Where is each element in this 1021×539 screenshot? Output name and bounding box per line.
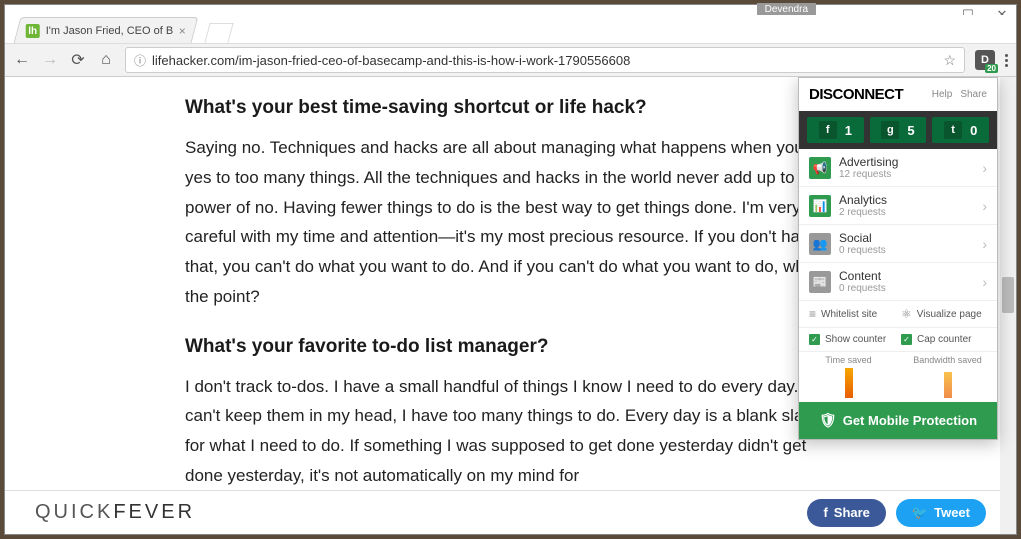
category-content[interactable]: 📰 Content0 requests › <box>799 263 997 301</box>
facebook-share-button[interactable]: f Share <box>807 499 885 527</box>
mobile-btn-label: Get Mobile Protection <box>843 413 977 428</box>
url-input[interactable] <box>152 53 937 68</box>
twitter-icon: t <box>944 121 962 139</box>
bottom-bar: QUICKFEVER f Share 🐦 Tweet <box>5 490 1016 534</box>
site-info-icon[interactable]: ⓘ <box>134 52 146 69</box>
category-label: Social <box>839 231 974 245</box>
back-button[interactable]: ← <box>13 51 31 69</box>
new-tab-button[interactable] <box>205 23 234 43</box>
network-google-button[interactable]: g5 <box>870 117 927 143</box>
scrollbar[interactable] <box>1000 77 1016 534</box>
net-count: 5 <box>907 123 914 138</box>
category-icon: 📢 <box>809 157 831 179</box>
whitelist-label: Whitelist site <box>821 309 877 320</box>
quickfever-logo: QUICKFEVER <box>35 501 195 524</box>
shield-icon: 🛡 <box>819 412 837 429</box>
bandwidth-saved-bar <box>944 372 952 398</box>
cap-counter-label: Cap counter <box>917 334 971 345</box>
facebook-icon: f <box>823 505 827 520</box>
disconnect-popup: DISCONNECT Help Share f1g5t0 📢Advertisin… <box>798 77 998 440</box>
logo-part-1: QUICK <box>35 501 113 523</box>
visualize-label: Visualize page <box>917 309 982 320</box>
category-icon: 👥 <box>809 233 831 255</box>
time-saved-bar <box>845 368 853 398</box>
home-button[interactable]: ⌂ <box>97 51 115 69</box>
omnibox[interactable]: ⓘ ☆ <box>125 47 965 73</box>
visualize-page-toggle[interactable]: ⚛ Visualize page <box>901 307 987 321</box>
category-label: Advertising <box>839 155 974 169</box>
category-icon: 📰 <box>809 271 831 293</box>
list-icon: ≡ <box>809 307 816 321</box>
scroll-thumb[interactable] <box>1002 277 1014 313</box>
show-counter-label: Show counter <box>825 334 886 345</box>
ext-badge-count: 20 <box>985 64 998 73</box>
category-label: Content <box>839 269 974 283</box>
category-advertising[interactable]: 📢 Advertising12 requests › <box>799 149 997 187</box>
article-para-2: I don't track to-dos. I have a small han… <box>185 372 836 491</box>
network-twitter-button[interactable]: t0 <box>932 117 989 143</box>
cap-counter-checkbox[interactable]: ✓ Cap counter <box>901 334 987 345</box>
chrome-menu-button[interactable] <box>1005 54 1008 67</box>
chevron-right-icon: › <box>982 160 987 176</box>
whitelist-site-toggle[interactable]: ≡ Whitelist site <box>809 307 895 321</box>
chevron-right-icon: › <box>982 198 987 214</box>
tab-title: I'm Jason Fried, CEO of B <box>46 25 173 37</box>
category-label: Analytics <box>839 193 974 207</box>
facebook-icon: f <box>819 121 837 139</box>
time-saved-label: Time saved <box>799 356 898 366</box>
disconnect-extension-icon[interactable]: D 20 <box>975 50 995 70</box>
help-link[interactable]: Help <box>932 89 953 100</box>
category-social[interactable]: 👥 Social0 requests › <box>799 225 997 263</box>
twitter-icon: 🐦 <box>912 505 928 521</box>
chevron-right-icon: › <box>982 274 987 290</box>
category-requests: 12 requests <box>839 169 974 180</box>
browser-tab[interactable]: lh I'm Jason Fried, CEO of B × <box>14 17 199 43</box>
reload-button[interactable]: ⟳ <box>69 50 87 70</box>
share-label: Share <box>834 505 870 520</box>
bookmark-star-icon[interactable]: ☆ <box>943 52 956 69</box>
article-heading-1: What's your best time-saving shortcut or… <box>185 97 836 119</box>
category-requests: 2 requests <box>839 207 974 218</box>
chevron-right-icon: › <box>982 236 987 252</box>
tab-close-icon[interactable]: × <box>179 24 186 38</box>
net-count: 1 <box>845 123 852 138</box>
logo-part-2: FEVER <box>113 501 195 523</box>
category-analytics[interactable]: 📊 Analytics2 requests › <box>799 187 997 225</box>
checkbox-checked-icon: ✓ <box>809 334 820 345</box>
bandwidth-saved-label: Bandwidth saved <box>898 356 997 366</box>
get-mobile-protection-button[interactable]: 🛡 Get Mobile Protection <box>799 402 997 439</box>
article-para-1: Saying no. Techniques and hacks are all … <box>185 133 836 312</box>
category-requests: 0 requests <box>839 245 974 256</box>
popup-title: DISCONNECT <box>809 86 903 103</box>
tweet-label: Tweet <box>934 505 970 520</box>
twitter-tweet-button[interactable]: 🐦 Tweet <box>896 499 986 527</box>
favicon-icon: lh <box>26 24 40 38</box>
article-heading-2: What's your favorite to-do list manager? <box>185 336 836 358</box>
share-link[interactable]: Share <box>960 89 987 100</box>
category-requests: 0 requests <box>839 283 974 294</box>
checkbox-checked-icon: ✓ <box>901 334 912 345</box>
net-count: 0 <box>970 123 977 138</box>
forward-button[interactable]: → <box>41 51 59 69</box>
category-icon: 📊 <box>809 195 831 217</box>
show-counter-checkbox[interactable]: ✓ Show counter <box>809 334 895 345</box>
google-icon: g <box>881 121 899 139</box>
network-facebook-button[interactable]: f1 <box>807 117 864 143</box>
graph-icon: ⚛ <box>901 307 912 321</box>
